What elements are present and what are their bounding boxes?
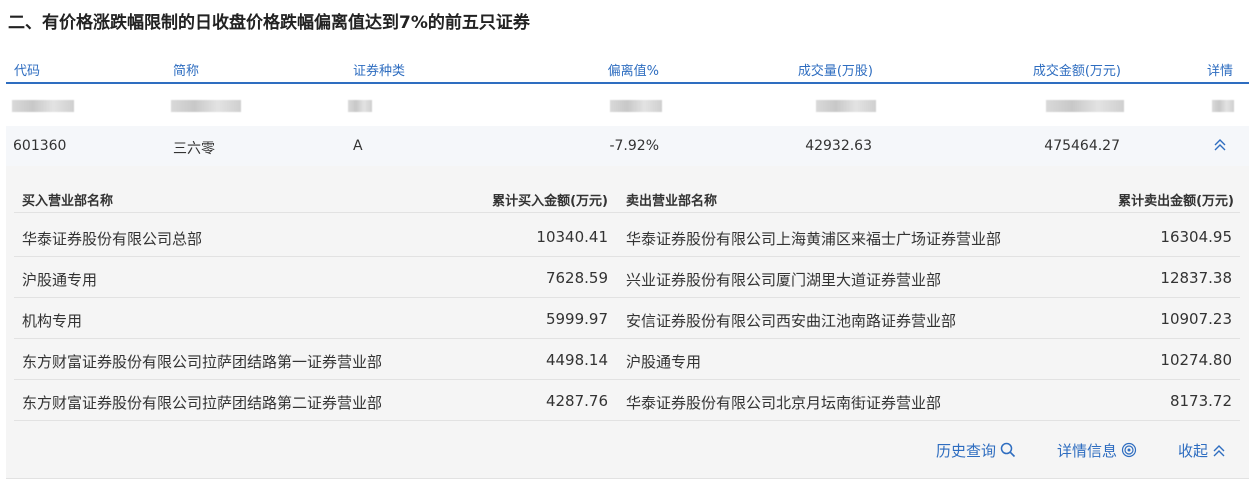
- detail-header-buy-amount: 累计买入金额(万元): [492, 194, 608, 209]
- sell-name: 沪股通专用: [626, 353, 702, 371]
- sell-name: 安信证券股份有限公司西安曲江池南路证券营业部: [626, 312, 957, 330]
- row-volume: 42932.63: [805, 138, 872, 154]
- section-title: 二、有价格涨跌幅限制的日收盘价格跌幅偏离值达到7%的前五只证券: [8, 13, 530, 33]
- sell-amount: 10274.80: [1160, 351, 1232, 369]
- buy-name: 东方财富证券股份有限公司拉萨团结路第一证券营业部: [22, 353, 383, 371]
- collapse-label: 收起: [1178, 442, 1209, 460]
- sell-amount: 12837.38: [1160, 269, 1232, 287]
- blurred-cell: [816, 100, 876, 112]
- buy-name: 东方财富证券股份有限公司拉萨团结路第二证券营业部: [22, 394, 383, 412]
- double-chevron-up-icon[interactable]: [1213, 138, 1227, 152]
- detail-header: 买入营业部名称 累计买入金额(万元) 卖出营业部名称 累计卖出金额(万元): [14, 178, 1240, 213]
- row-code: 601360: [13, 138, 67, 154]
- detail-header-sell-amount: 累计卖出金额(万元): [1118, 194, 1234, 209]
- header-amount: 成交金额(万元): [1032, 64, 1121, 79]
- buy-amount: 5999.97: [545, 310, 608, 328]
- sell-amount: 8173.72: [1169, 392, 1232, 410]
- sell-name: 华泰证券股份有限公司北京月坛南街证券营业部: [626, 394, 942, 412]
- blurred-row: [6, 84, 1249, 127]
- table-row: 东方财富证券股份有限公司拉萨团结路第一证券营业部 4498.14 沪股通专用 1…: [14, 339, 1240, 380]
- blurred-cell: [12, 100, 74, 112]
- buy-amount: 10340.41: [536, 228, 608, 246]
- detail-header-buy-name: 买入营业部名称: [22, 194, 114, 209]
- buy-name: 华泰证券股份有限公司总部: [22, 230, 203, 248]
- detail-panel: 买入营业部名称 累计买入金额(万元) 卖出营业部名称 累计卖出金额(万元) 华泰…: [6, 166, 1249, 478]
- table-row: 华泰证券股份有限公司总部 10340.41 华泰证券股份有限公司上海黄浦区来福士…: [14, 216, 1240, 257]
- table-row[interactable]: 601360 三六零 A -7.92% 42932.63 475464.27: [6, 126, 1249, 166]
- collapse-link[interactable]: 收起: [1178, 440, 1226, 461]
- header-name: 简称: [173, 64, 200, 79]
- header-code: 代码: [14, 64, 41, 79]
- blurred-cell: [171, 100, 241, 112]
- row-name: 三六零: [173, 141, 215, 157]
- row-amount: 475464.27: [1044, 138, 1120, 154]
- detail-header-sell-name: 卖出营业部名称: [626, 194, 718, 209]
- detail-info-link[interactable]: 详情信息: [1057, 440, 1137, 461]
- double-chevron-up-icon: [1213, 445, 1225, 457]
- buy-name: 机构专用: [22, 312, 83, 330]
- blurred-cell: [610, 100, 662, 112]
- table-row: 机构专用 5999.97 安信证券股份有限公司西安曲江池南路证券营业部 1090…: [14, 298, 1240, 339]
- history-query-label: 历史查询: [936, 442, 997, 460]
- row-type: A: [353, 138, 363, 154]
- table-row: 沪股通专用 7628.59 兴业证券股份有限公司厦门湖里大道证券营业部 1283…: [14, 257, 1240, 298]
- header-detail: 详情: [1206, 64, 1233, 79]
- history-query-link[interactable]: 历史查询: [936, 440, 1016, 461]
- header-volume: 成交量(万股): [797, 64, 873, 79]
- buy-amount: 4498.14: [545, 351, 608, 369]
- detail-info-label: 详情信息: [1057, 442, 1118, 460]
- header-deviation: 偏离值%: [607, 64, 659, 79]
- blurred-cell: [1212, 100, 1234, 112]
- sell-amount: 10907.23: [1160, 310, 1232, 328]
- table-row: 东方财富证券股份有限公司拉萨团结路第二证券营业部 4287.76 华泰证券股份有…: [14, 380, 1240, 421]
- sell-amount: 16304.95: [1160, 228, 1232, 246]
- sell-name: 兴业证券股份有限公司厦门湖里大道证券营业部: [626, 271, 942, 289]
- buy-amount: 7628.59: [545, 269, 608, 287]
- target-icon: [1121, 442, 1137, 458]
- blurred-cell: [348, 100, 372, 112]
- header-type: 证券种类: [353, 64, 406, 79]
- search-icon: [1000, 442, 1016, 458]
- sell-name: 华泰证券股份有限公司上海黄浦区来福士广场证券营业部: [626, 230, 1002, 248]
- table-header: 代码 简称 证券种类 偏离值% 成交量(万股) 成交金额(万元) 详情: [6, 52, 1249, 82]
- bottom-divider: [6, 478, 1249, 479]
- row-deviation: -7.92%: [609, 138, 659, 154]
- buy-amount: 4287.76: [545, 392, 608, 410]
- buy-name: 沪股通专用: [22, 271, 98, 289]
- blurred-cell: [1046, 100, 1124, 112]
